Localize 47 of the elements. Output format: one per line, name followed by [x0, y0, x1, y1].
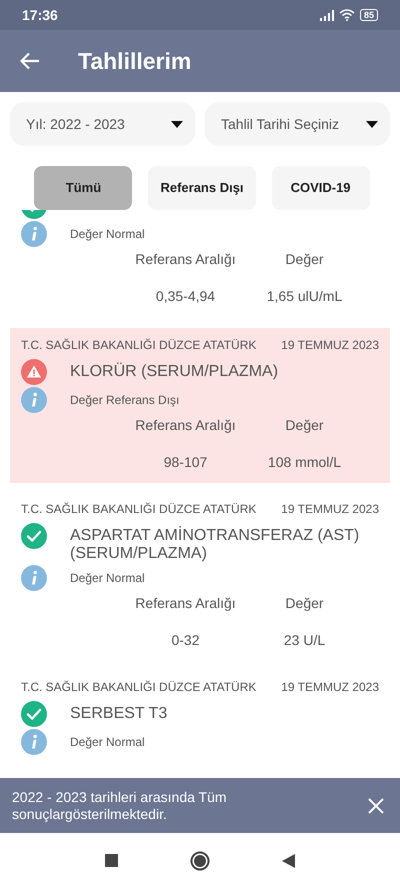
- test-name: ASPARTAT AMİNOTRANSFERAZ (AST) (SERUM/PLAZMA): [70, 525, 360, 563]
- caret-icon: [171, 120, 183, 128]
- status-text: Değer Referans Dışı: [70, 392, 180, 409]
- column-header: Referans Aralığı: [135, 594, 236, 613]
- column-header: Referans Aralığı: [135, 250, 236, 269]
- result-value: 23 U/L: [284, 631, 326, 650]
- back-arrow-icon[interactable]: [20, 52, 40, 70]
- result-date: 19 TEMMUZ 2023: [281, 679, 379, 696]
- test-name: SERBEST T3: [70, 704, 168, 723]
- column-header: Değer: [285, 594, 324, 613]
- status-text: Değer Normal: [70, 734, 145, 751]
- result-value: 108 mmol/L: [268, 453, 342, 472]
- reference-range: 98-107: [164, 453, 208, 472]
- snackbar-message: 2022 - 2023 tarihleri arasında Tüm sonuçlargösterilmektedir.: [12, 788, 228, 822]
- reference-range: 0,35-4,94: [156, 287, 216, 306]
- test-name: KLORÜR (SERUM/PLAZMA): [70, 362, 278, 381]
- page-title: Tahlillerim: [78, 46, 192, 76]
- info-icon[interactable]: [21, 387, 47, 413]
- hospital-name: T.C. SAĞLIK BAKANLIĞI DÜZCE ATATÜRK: [21, 501, 256, 518]
- dropdown-field[interactable]: Yıl: 2022 - 2023: [10, 102, 195, 146]
- status-text: Değer Normal: [70, 570, 145, 587]
- info-icon[interactable]: [21, 221, 47, 247]
- home-icon[interactable]: [190, 850, 210, 870]
- status-text: Değer Normal: [70, 226, 145, 243]
- result-date: 19 TEMMUZ 2023: [281, 501, 379, 518]
- column-header: Değer: [285, 416, 324, 435]
- filter-tab[interactable]: COVID-19: [272, 166, 370, 210]
- hospital-name: T.C. SAĞLIK BAKANLIĞI DÜZCE ATATÜRK: [21, 337, 256, 354]
- battery-indicator: 85: [360, 9, 378, 21]
- filter-tab[interactable]: Referans Dışı: [148, 166, 256, 210]
- filter-tab[interactable]: Tümü: [34, 166, 132, 210]
- hospital-name: T.C. SAĞLIK BAKANLIĞI DÜZCE ATATÜRK: [21, 679, 256, 696]
- warning-icon: [21, 359, 47, 385]
- signal-icon: [320, 10, 334, 20]
- back-icon[interactable]: [282, 854, 295, 868]
- column-header: Referans Aralığı: [135, 416, 236, 435]
- result-value: 1,65 ulU/mL: [266, 287, 342, 306]
- dropdown-field[interactable]: Tahlil Tarihi Seçiniz: [205, 102, 390, 146]
- caret-icon: [366, 120, 378, 128]
- close-icon[interactable]: [368, 798, 384, 814]
- reference-range: 0-32: [171, 631, 200, 650]
- wifi-icon: [338, 9, 355, 21]
- status-time: 17:36: [22, 6, 58, 24]
- info-icon[interactable]: [21, 565, 47, 591]
- info-icon[interactable]: [21, 729, 47, 755]
- result-date: 19 TEMMUZ 2023: [281, 337, 379, 354]
- column-header: Değer: [285, 250, 324, 269]
